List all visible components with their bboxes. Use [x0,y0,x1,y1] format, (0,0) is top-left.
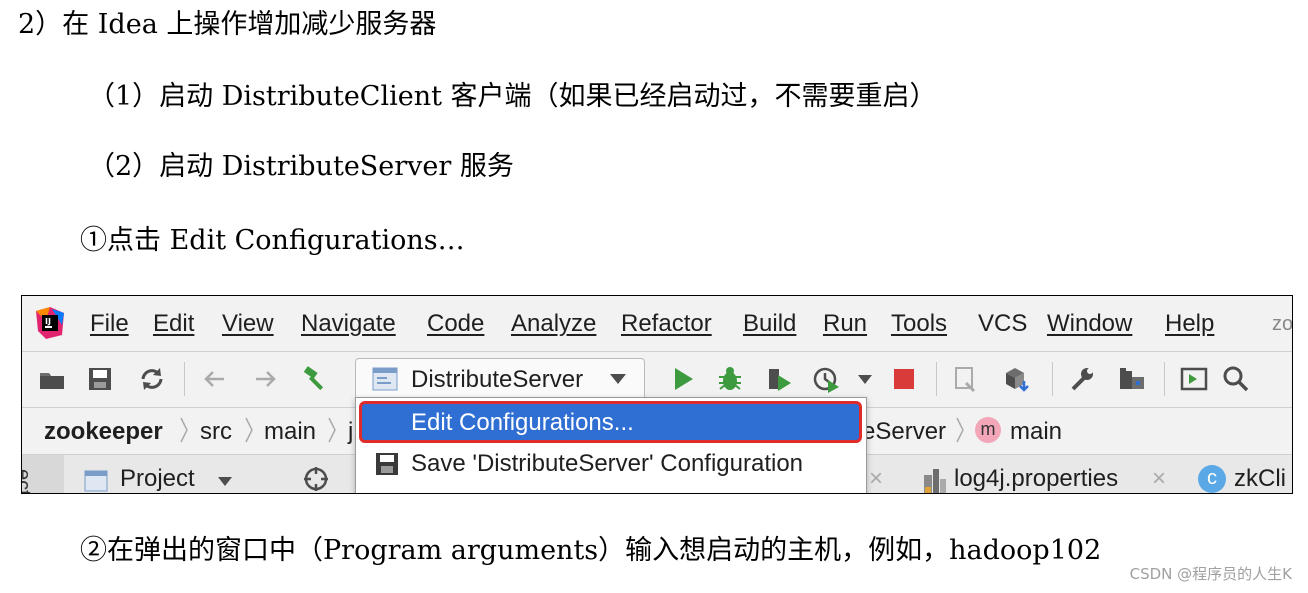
attach-debugger-icon[interactable] [952,365,980,393]
menu-navigate[interactable]: Navigate [301,310,396,338]
search-icon[interactable] [1222,365,1250,393]
breadcrumb-separator-icon [956,417,964,443]
chevron-down-icon[interactable] [858,375,872,384]
build-hammer-icon[interactable] [302,365,330,393]
project-structure-icon[interactable] [1118,365,1146,393]
run-config-icon [372,367,398,391]
doc-heading-step2: 2）在 Idea 上操作增加减少服务器 [18,9,437,40]
intellij-logo-icon: IJ [36,307,64,339]
chevron-down-icon[interactable] [218,477,232,486]
project-tool-stripe-label: ect [21,469,34,494]
deploy-cube-icon[interactable] [1002,365,1030,393]
breadcrumb-separator-icon [328,417,336,443]
run-anything-terminal-icon[interactable] [1180,365,1208,393]
breadcrumb-package-partial[interactable]: j [348,418,353,446]
breadcrumb-separator-icon [180,417,188,443]
doc-step-click-edit-config: ①点击 Edit Configurations… [80,225,465,256]
ide-screenshot: IJ File Edit View Navigate Code Analyze … [21,295,1293,494]
project-panel-icon [84,470,108,492]
menu-code[interactable]: Code [427,310,484,338]
doc-step-start-server: （2）启动 DistributeServer 服务 [88,151,514,182]
settings-wrench-icon[interactable] [1068,365,1096,393]
profiler-icon[interactable] [812,365,840,393]
edit-configurations-label: Edit Configurations... [411,409,634,436]
menu-run[interactable]: Run [823,310,867,338]
forward-arrow-icon[interactable] [252,365,280,393]
menu-help[interactable]: Help [1165,310,1214,338]
project-title-truncated: zo [1272,313,1293,335]
menu-file[interactable]: File [90,310,129,338]
breadcrumb-method-main[interactable]: main [1010,418,1062,446]
menu-refactor[interactable]: Refactor [621,310,712,338]
menu-edit[interactable]: Edit [153,310,194,338]
synchronize-icon[interactable] [138,365,166,393]
doc-step-program-arguments: ②在弹出的窗口中（Program arguments）输入想启动的主机，例如，h… [80,535,1102,566]
stop-icon[interactable] [890,365,918,393]
svg-text:IJ: IJ [45,317,51,326]
doc-step-start-client: （1）启动 DistributeClient 客户端（如果已经启动过，不需要重启… [88,81,937,112]
run-with-coverage-icon[interactable] [765,365,793,393]
close-tab-icon[interactable]: × [1152,465,1166,493]
properties-file-icon [924,469,946,493]
open-folder-icon[interactable] [38,365,66,393]
project-tool-stripe[interactable]: ect [21,455,64,494]
breadcrumb-main[interactable]: main [264,418,316,446]
chevron-down-icon [610,374,626,384]
java-class-icon: c [1198,465,1226,493]
breadcrumb-separator-icon [245,417,253,443]
debug-bug-icon[interactable] [716,365,744,393]
menu-tools[interactable]: Tools [891,310,947,338]
back-arrow-icon[interactable] [200,365,228,393]
edit-configurations-menu-item[interactable]: Edit Configurations... [359,401,862,443]
menu-build[interactable]: Build [743,310,796,338]
menu-window[interactable]: Window [1047,310,1132,338]
menu-vcs[interactable]: VCS [978,310,1027,338]
menu-bar: IJ File Edit View Navigate Code Analyze … [22,296,1292,352]
project-panel-title[interactable]: Project [120,465,195,493]
menu-view[interactable]: View [222,310,274,338]
tab-zkclient-partial[interactable]: zkCli [1234,465,1286,493]
tab-log4j-properties[interactable]: log4j.properties [954,465,1118,493]
close-tab-icon[interactable]: × [869,465,883,493]
watermark: CSDN @程序员的人生K [1129,565,1292,583]
save-all-icon[interactable] [86,365,114,393]
locate-target-icon[interactable] [303,466,329,492]
save-icon [376,453,398,475]
breadcrumb-class-partial[interactable]: eServer [862,418,946,446]
breadcrumb-src[interactable]: src [200,418,232,446]
breadcrumb-project[interactable]: zookeeper [44,418,163,446]
run-config-label: DistributeServer [411,366,584,393]
run-icon[interactable] [669,365,697,393]
menu-analyze[interactable]: Analyze [511,310,596,338]
run-config-dropdown: Edit Configurations... Save 'DistributeS… [355,397,867,493]
save-configuration-menu-item[interactable]: Save 'DistributeServer' Configuration [359,444,862,482]
save-configuration-label: Save 'DistributeServer' Configuration [411,450,804,477]
run-config-selector[interactable]: DistributeServer [355,358,645,400]
method-icon: m [975,417,1001,443]
